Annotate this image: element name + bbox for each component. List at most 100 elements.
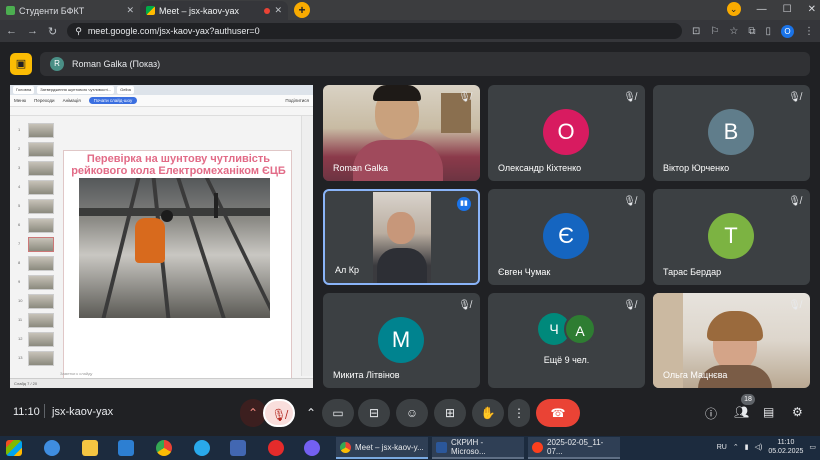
taskbar-app-meet[interactable]: Meet – jsx-kaov-y... [336, 437, 428, 459]
raise-hand-button[interactable]: ✋ [472, 399, 504, 427]
close-icon[interactable]: ✕ [126, 5, 134, 16]
app-icon[interactable] [230, 440, 246, 456]
slide-thumbnail-image [28, 351, 54, 366]
slide-thumbnail-number: 6 [18, 222, 21, 227]
slide-thumbnail[interactable]: 2 [18, 142, 58, 157]
file-explorer-icon[interactable] [82, 440, 98, 456]
participant-tile-roman[interactable]: 🎙︎̸ Roman Galka [323, 85, 480, 181]
mic-off-icon: 🎙︎̸ [623, 196, 636, 207]
recording-dot-icon [264, 7, 271, 14]
slide-thumbnail[interactable]: 6 [18, 218, 58, 233]
people-icon[interactable]: 👥︎ [734, 405, 749, 419]
shared-tab: Gelba [117, 86, 134, 94]
menu-kebab-icon[interactable]: ⋮ [804, 26, 814, 37]
slide-thumbnail-image [28, 313, 54, 328]
chrome-icon[interactable] [156, 440, 172, 456]
browser-tab-strip: Студенти БФКТ ✕ Meet – jsx-kaov-yax ✕ + [0, 0, 820, 20]
maximize-icon[interactable]: ☐ [783, 4, 792, 15]
tray-chevron-icon[interactable]: ⌃ [733, 443, 739, 451]
slide-thumbnail-number: 9 [18, 279, 21, 284]
slide-thumbnail-number: 3 [18, 165, 21, 170]
meeting-info-icon[interactable]: ⓘ [705, 405, 717, 422]
word-icon [436, 441, 447, 453]
presentation-icon[interactable]: ▣ [10, 53, 32, 75]
slide-thumbnail[interactable]: 1 [18, 123, 58, 138]
edge-icon[interactable] [44, 440, 60, 456]
chat-icon[interactable]: ▤ [763, 405, 774, 419]
participant-tile-alkr[interactable]: ▮▮ Ал Кр [323, 189, 480, 285]
tab-meet[interactable]: Meet – jsx-kaov-yax ✕ [140, 1, 288, 20]
tab-title: Meet – jsx-kaov-yax [159, 5, 240, 16]
sidepanel-icon[interactable]: ▯ [765, 26, 771, 37]
slide-thumbnail-number: 11 [18, 317, 23, 322]
url-field[interactable]: ⚲ meet.google.com/jsx-kaov-yax?authuser=… [67, 23, 683, 39]
more-options-button[interactable]: ⋮ [508, 399, 530, 427]
tab-search-icon[interactable]: ⊡ [692, 26, 700, 37]
viber-icon[interactable] [304, 440, 320, 456]
participant-name: Євген Чумак [498, 267, 551, 277]
slide-thumbnail[interactable]: 3 [18, 161, 58, 176]
video-options-button[interactable]: ⌃ [300, 399, 322, 427]
activities-icon[interactable]: ⚙ [792, 405, 803, 419]
taskbar-app-label: Meet – jsx-kaov-y... [355, 442, 424, 452]
mic-toggle-button[interactable]: 🎙︎̸ [263, 399, 295, 427]
slide-status: Слайд 7 / 20 [14, 381, 38, 386]
participant-tile-oleksandr[interactable]: О 🎙︎̸ Олександр Кіхтенко [488, 85, 645, 181]
opera-icon[interactable] [268, 440, 284, 456]
close-icon[interactable]: ✕ [274, 5, 282, 16]
close-window-icon[interactable]: ✕ [808, 4, 816, 15]
present-screen-button[interactable]: ⊞ [434, 399, 466, 427]
start-windows-icon[interactable] [6, 440, 22, 456]
address-bar: ← → ↻ ⚲ meet.google.com/jsx-kaov-yax?aut… [0, 20, 820, 42]
participant-tile-viktor[interactable]: В 🎙︎̸ Віктор Юрченко [653, 85, 810, 181]
language-indicator[interactable]: RU [717, 444, 727, 451]
participant-tile-taras[interactable]: Т 🎙︎̸ Тарас Бердар [653, 189, 810, 285]
participant-name: Roman Galka [333, 163, 389, 173]
bookmark-star-icon[interactable]: ☆ [729, 26, 738, 37]
chrome-icon [340, 441, 351, 453]
participant-tile-yevhen[interactable]: Є 🎙︎̸ Євген Чумак [488, 189, 645, 285]
extensions-icon[interactable]: ⧉ [748, 26, 755, 37]
taskbar-app-yandex[interactable]: 2025-02-05_11-07... [528, 437, 620, 459]
participant-tile-olha[interactable]: 🎙︎̸ Ольга Мацнєва [653, 293, 810, 388]
slide-thumbnail[interactable]: 12 [18, 332, 58, 347]
shared-right-panel [301, 116, 313, 376]
slide-thumbnail[interactable]: 11 [18, 313, 58, 328]
slide-thumbnail[interactable]: 9 [18, 275, 58, 290]
slide-thumbnail[interactable]: 10 [18, 294, 58, 309]
forward-icon[interactable]: → [27, 25, 38, 37]
participant-avatar: Є [543, 213, 589, 259]
minimize-icon[interactable]: — [757, 4, 767, 15]
slide-thumbnail-number: 8 [18, 260, 21, 265]
slide-thumbnail-image [28, 256, 54, 271]
participant-tile-mykyta[interactable]: М 🎙︎̸ Микита Літвінов [323, 293, 480, 388]
participant-tile-more[interactable]: Ч А 🎙︎̸ Ещё 9 чел. [488, 293, 645, 388]
shared-screen[interactable]: Головна Затвердження шунтового чутливост… [10, 85, 313, 388]
slide-thumbnail[interactable]: 5 [18, 199, 58, 214]
slide-thumbnail-number: 12 [18, 336, 23, 341]
telegram-icon[interactable] [194, 440, 210, 456]
participant-avatar: О [543, 109, 589, 155]
chevron-down-icon[interactable]: ⌄ [726, 2, 741, 16]
reload-icon[interactable]: ↻ [48, 25, 57, 38]
slide-thumbnail[interactable]: 4 [18, 180, 58, 195]
slide-thumbnail[interactable]: 7 [18, 237, 58, 252]
tab-students[interactable]: Студенти БФКТ ✕ [0, 1, 140, 20]
volume-icon[interactable]: ◁) [755, 443, 763, 451]
slide-thumbnail[interactable]: 13 [18, 351, 58, 366]
store-icon[interactable] [118, 440, 134, 456]
site-info-icon[interactable]: ⚲ [75, 26, 82, 37]
translate-icon[interactable]: ⚐ [710, 26, 719, 37]
camera-toggle-button[interactable]: ▭ [322, 399, 354, 427]
taskbar-clock[interactable]: 11:10 05.02.2025 [768, 438, 803, 456]
taskbar-app-word[interactable]: СКРИН - Microso... [432, 437, 524, 459]
notifications-icon[interactable]: ▭ [809, 443, 816, 451]
back-icon[interactable]: ← [6, 25, 17, 37]
slide-thumbnail[interactable]: 8 [18, 256, 58, 271]
captions-button[interactable]: ⊟ [358, 399, 390, 427]
network-icon[interactable]: ▮ [745, 443, 749, 451]
profile-avatar[interactable]: O [781, 24, 794, 38]
end-call-button[interactable]: ☎ [536, 399, 580, 427]
emoji-button[interactable]: ☺ [396, 399, 428, 427]
new-tab-button[interactable]: + [294, 2, 310, 18]
